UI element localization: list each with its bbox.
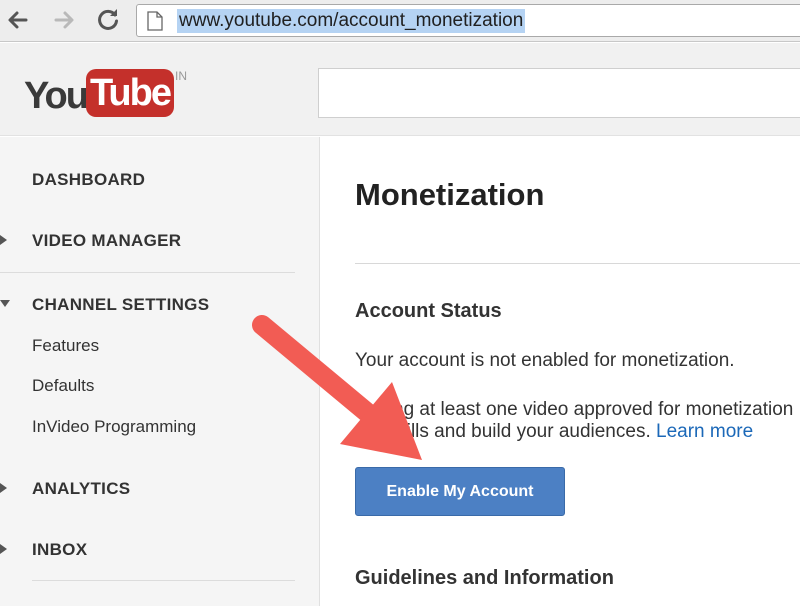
expand-arrow-icon[interactable] bbox=[0, 544, 7, 554]
sidebar-item-analytics[interactable]: ANALYTICS bbox=[32, 479, 130, 499]
page-title: Monetization bbox=[355, 177, 545, 212]
sidebar-item-inbox[interactable]: INBOX bbox=[32, 540, 87, 560]
page-icon bbox=[147, 11, 163, 31]
youtube-header: You Tube IN bbox=[0, 43, 800, 136]
sidebar-item-channel-settings[interactable]: CHANNEL SETTINGS bbox=[32, 295, 209, 315]
expand-arrow-icon[interactable] bbox=[0, 235, 7, 245]
learn-more-link[interactable]: Learn more bbox=[656, 421, 753, 442]
forward-arrow-icon[interactable] bbox=[50, 6, 78, 34]
info-text-line-2: our skills and build your audiences. Lea… bbox=[355, 421, 753, 443]
account-status-heading: Account Status bbox=[355, 300, 502, 322]
guidelines-heading: Guidelines and Information bbox=[355, 567, 614, 589]
monetization-status-text: Your account is not enabled for monetiza… bbox=[355, 350, 735, 371]
sidebar-item-defaults[interactable]: Defaults bbox=[32, 376, 94, 396]
sidebar-item-features[interactable]: Features bbox=[32, 336, 99, 356]
reload-icon[interactable] bbox=[94, 6, 122, 34]
info-text-line-1: Having at least one video approved for m… bbox=[355, 399, 794, 420]
url-text[interactable]: www.youtube.com/account_monetization bbox=[177, 9, 526, 33]
logo-tube-text: Tube bbox=[86, 69, 174, 117]
sidebar-item-video-manager[interactable]: VIDEO MANAGER bbox=[32, 231, 181, 251]
enable-my-account-button[interactable]: Enable My Account bbox=[355, 467, 565, 516]
title-divider bbox=[355, 263, 800, 264]
main-content: Monetization Account Status Your account… bbox=[321, 137, 800, 606]
logo-you-text: You bbox=[24, 75, 89, 117]
address-bar[interactable]: www.youtube.com/account_monetization bbox=[136, 4, 800, 37]
expand-arrow-icon[interactable] bbox=[0, 483, 7, 493]
sidebar-divider bbox=[32, 580, 295, 581]
sidebar-divider bbox=[0, 272, 295, 273]
logo-country-code: IN bbox=[175, 69, 187, 83]
collapse-arrow-icon[interactable] bbox=[0, 300, 10, 307]
sidebar: DASHBOARD VIDEO MANAGER CHANNEL SETTINGS… bbox=[0, 137, 320, 606]
search-input[interactable] bbox=[318, 68, 800, 118]
sidebar-item-invideo-programming[interactable]: InVideo Programming bbox=[32, 417, 196, 437]
back-arrow-icon[interactable] bbox=[4, 6, 32, 34]
sidebar-item-dashboard[interactable]: DASHBOARD bbox=[32, 170, 145, 190]
browser-toolbar: www.youtube.com/account_monetization bbox=[0, 0, 800, 42]
info-text: our skills and build your audiences. bbox=[355, 421, 651, 442]
